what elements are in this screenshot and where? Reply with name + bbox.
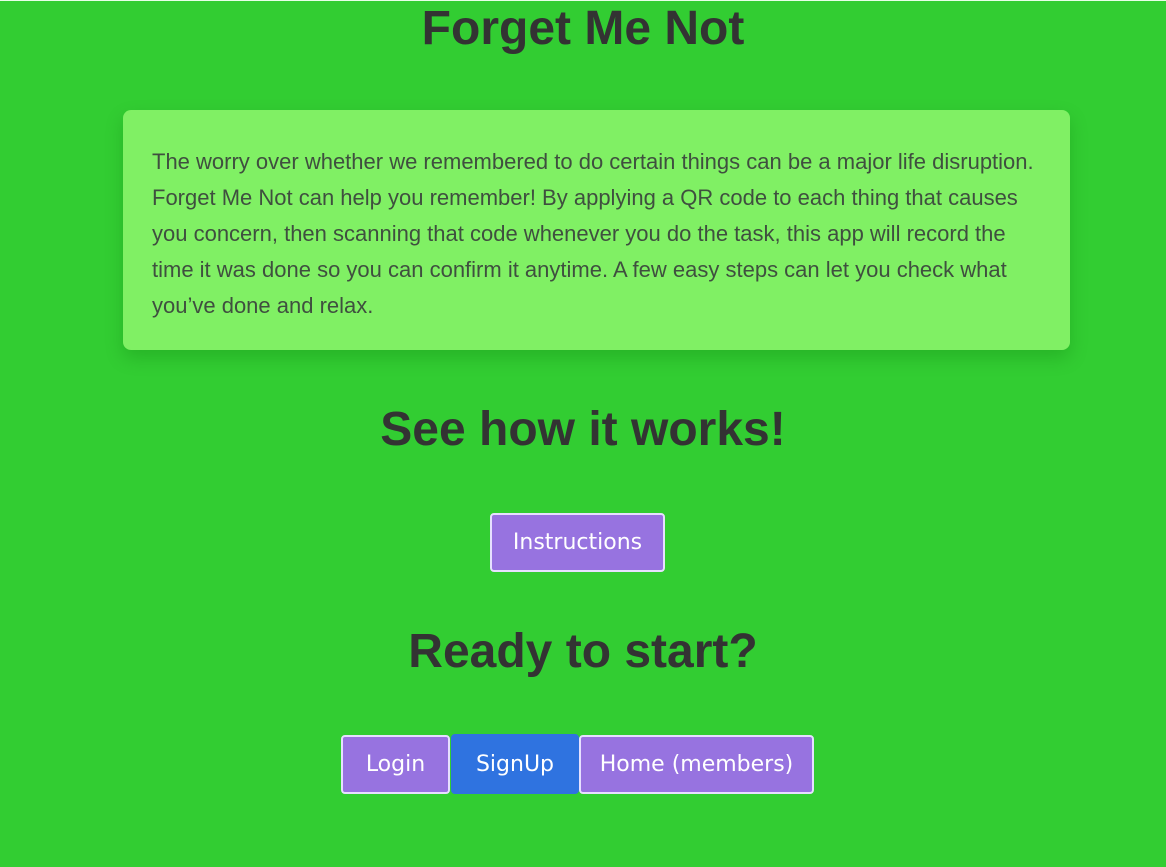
intro-text: The worry over whether we remembered to … bbox=[152, 149, 1034, 318]
intro-card: The worry over whether we remembered to … bbox=[123, 110, 1070, 350]
instructions-button[interactable]: Instructions bbox=[490, 513, 665, 572]
page-title: Forget Me Not bbox=[421, 2, 745, 55]
home-members-button[interactable]: Home (members) bbox=[579, 735, 814, 794]
ready-to-start-heading: Ready to start? bbox=[408, 625, 758, 678]
signup-button[interactable]: SignUp bbox=[451, 734, 579, 794]
how-it-works-heading: See how it works! bbox=[380, 403, 786, 456]
landing-page: Forget Me Not The worry over whether we … bbox=[0, 0, 1166, 867]
login-button[interactable]: Login bbox=[341, 735, 450, 794]
